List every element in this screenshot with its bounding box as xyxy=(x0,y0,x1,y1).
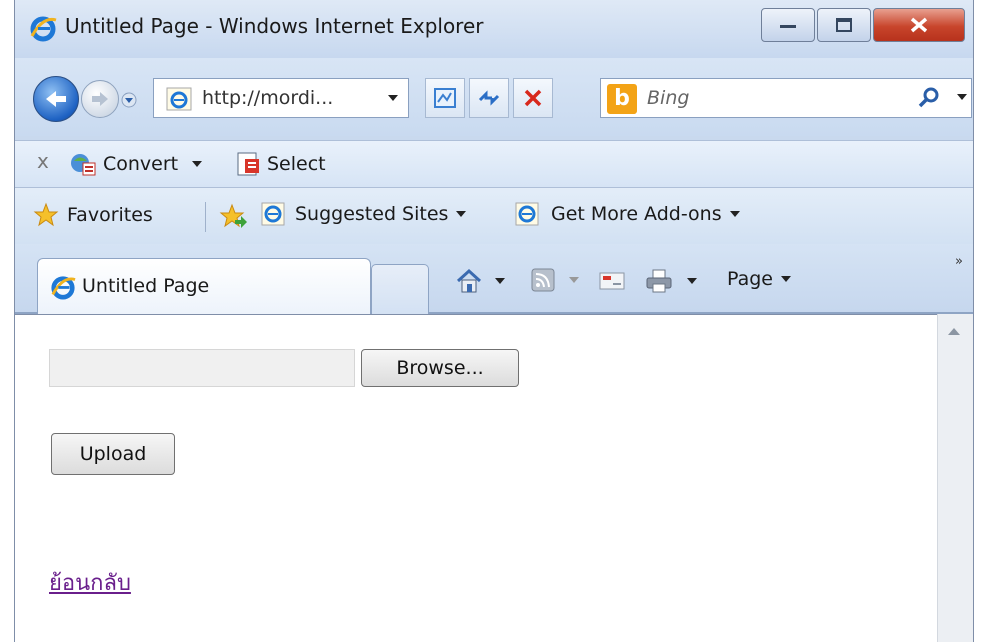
convert-pdf-icon xyxy=(71,154,96,176)
home-icon xyxy=(456,268,482,293)
addon-toolbar: x Convert Select xyxy=(15,140,973,188)
tab-untitled-page[interactable]: Untitled Page xyxy=(37,258,371,314)
home-dropdown-icon[interactable] xyxy=(495,278,505,284)
minimize-button[interactable] xyxy=(761,8,815,42)
forward-button[interactable] xyxy=(81,80,119,118)
minimize-icon xyxy=(780,25,796,28)
file-path-input[interactable] xyxy=(49,349,355,387)
window-controls xyxy=(759,8,965,44)
favorites-star-icon xyxy=(33,202,59,227)
new-tab-button[interactable] xyxy=(371,264,429,314)
toolbar-overflow-chevron[interactable]: » xyxy=(955,254,963,269)
convert-dropdown-icon xyxy=(192,161,203,167)
favorites-bar: Favorites Suggested Sites Get More Add-o… xyxy=(15,188,973,244)
close-window-button[interactable] xyxy=(873,8,965,42)
recent-pages-dropdown-icon[interactable] xyxy=(121,92,137,108)
print-icon xyxy=(646,269,672,293)
tab-ie-icon xyxy=(51,276,76,300)
get-addons-dropdown-icon xyxy=(729,211,740,217)
page-menu[interactable]: Page xyxy=(727,268,791,290)
browse-button[interactable]: Browse... xyxy=(361,349,519,387)
convert-label: Convert xyxy=(103,153,179,175)
get-more-addons-label: Get More Add-ons xyxy=(551,203,722,225)
get-more-addons-button[interactable]: Get More Add-ons xyxy=(515,202,740,226)
stop-button[interactable] xyxy=(513,78,553,118)
back-button[interactable] xyxy=(33,76,79,122)
back-arrow-icon xyxy=(46,91,66,107)
select-pdf-icon xyxy=(237,152,259,176)
browser-window: Untitled Page - Windows Internet Explore… xyxy=(14,0,974,642)
refresh-button[interactable] xyxy=(469,78,509,118)
favorites-button[interactable]: Favorites xyxy=(33,202,153,228)
compatibility-icon xyxy=(434,88,456,108)
suggested-sites-button[interactable]: Suggested Sites xyxy=(261,202,467,226)
tab-label: Untitled Page xyxy=(82,275,210,297)
address-dropdown-icon[interactable] xyxy=(388,95,398,101)
print-dropdown-icon[interactable] xyxy=(687,278,697,284)
suggested-sites-e-icon xyxy=(261,202,285,226)
print-button[interactable] xyxy=(645,268,697,294)
select-tool[interactable]: Select xyxy=(235,151,326,177)
bing-logo-icon: b xyxy=(607,84,637,114)
search-magnifier-icon[interactable] xyxy=(917,86,941,110)
search-provider-dropdown-icon[interactable] xyxy=(957,94,967,100)
back-link[interactable]: ย้อนกลับ xyxy=(49,565,131,600)
tab-bar: Untitled Page Page » xyxy=(15,244,973,314)
maximize-button[interactable] xyxy=(817,8,871,42)
search-field[interactable]: b Bing xyxy=(600,78,972,118)
close-icon xyxy=(910,17,928,33)
add-to-favorites-icon[interactable] xyxy=(219,203,249,229)
search-placeholder: Bing xyxy=(647,87,690,109)
favorites-divider xyxy=(205,202,206,232)
scroll-up-arrow-icon[interactable] xyxy=(948,328,960,335)
page-content: Browse... Upload ย้อนกลับ xyxy=(15,314,973,642)
vertical-scrollbar[interactable] xyxy=(937,314,973,642)
home-button[interactable] xyxy=(455,268,505,294)
maximize-icon xyxy=(836,18,852,32)
stop-x-icon xyxy=(524,89,542,107)
address-field[interactable]: http://mordi... xyxy=(153,78,409,118)
ie-logo-icon xyxy=(30,16,57,42)
navigation-bar: http://mordi... b Bing xyxy=(15,58,973,136)
toolbar-close-button[interactable]: x xyxy=(37,149,49,173)
select-label: Select xyxy=(267,153,326,175)
title-bar: Untitled Page - Windows Internet Explore… xyxy=(15,0,973,58)
feeds-button[interactable] xyxy=(531,268,579,292)
get-addons-e-icon xyxy=(515,202,539,226)
page-menu-dropdown-icon xyxy=(781,276,791,282)
convert-menu[interactable]: Convert xyxy=(69,151,203,177)
window-title: Untitled Page - Windows Internet Explore… xyxy=(65,14,484,38)
suggested-sites-dropdown-icon xyxy=(456,211,467,217)
read-mail-icon[interactable] xyxy=(599,271,625,291)
favorites-label: Favorites xyxy=(67,204,153,226)
forward-arrow-icon xyxy=(92,92,108,106)
url-text: http://mordi... xyxy=(202,87,334,109)
upload-button[interactable]: Upload xyxy=(51,433,175,475)
suggested-sites-label: Suggested Sites xyxy=(295,203,449,225)
page-e-icon xyxy=(166,87,192,111)
page-menu-label: Page xyxy=(727,268,773,290)
feeds-dropdown-icon[interactable] xyxy=(569,277,579,283)
refresh-icon xyxy=(478,90,500,106)
compatibility-view-button[interactable] xyxy=(425,78,465,118)
rss-feed-icon xyxy=(531,268,555,292)
